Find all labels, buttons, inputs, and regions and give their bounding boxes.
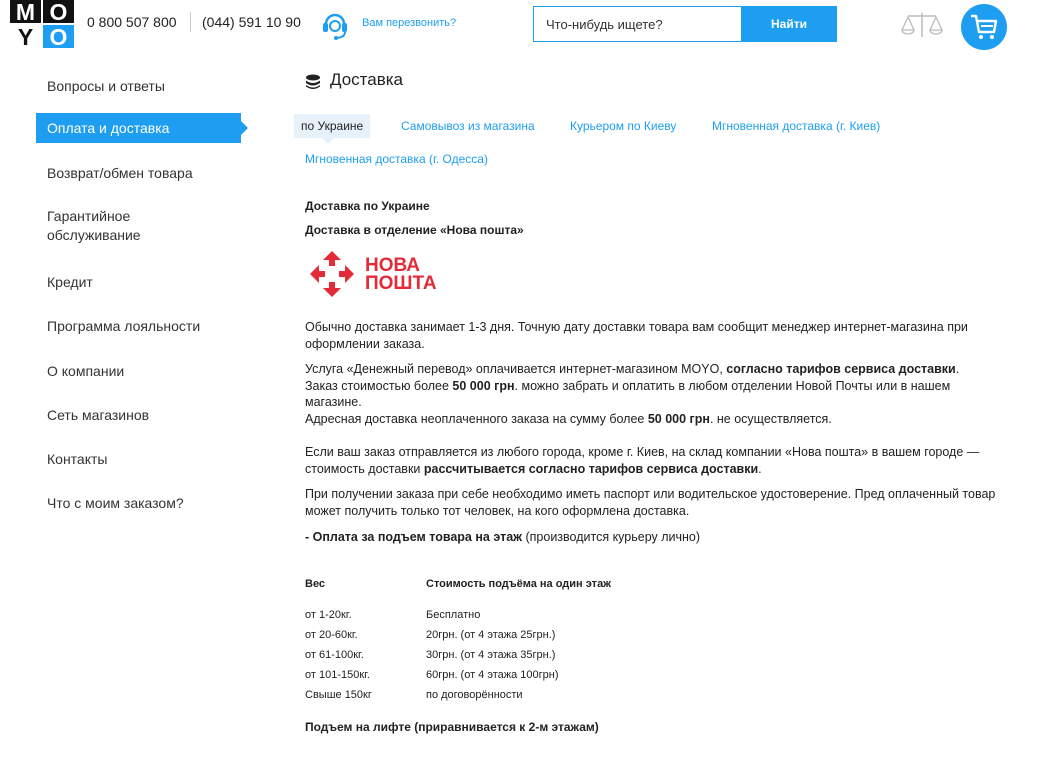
paragraph-documents: При получении заказа при себе необходимо… <box>305 487 996 518</box>
text-fragment: Заказ стоимостью более <box>305 378 453 393</box>
tab-courier-kyiv[interactable]: Курьером по Киеву <box>570 119 676 133</box>
sidebar-item-loyalty[interactable]: Программа лояльности <box>36 317 211 336</box>
floor-lift-price-table: Вес Стоимость подъёма на один этаж от 1-… <box>305 578 611 709</box>
sidebar-item-about[interactable]: О компании <box>36 362 135 381</box>
search-button[interactable]: Найти <box>741 6 837 42</box>
table-row: от 1-20кг. Бесплатно <box>305 609 611 629</box>
paragraph-delivery-cost: Если ваш заказ отправляется из любого го… <box>305 444 1005 477</box>
tab-pickup[interactable]: Самовывоз из магазина <box>401 119 535 133</box>
cart-button[interactable] <box>961 4 1007 50</box>
text-fragment: . не осуществляется. <box>709 411 832 426</box>
table-header: Вес <box>305 578 326 590</box>
sidebar-item-return-exchange[interactable]: Возврат/обмен товара <box>36 164 204 183</box>
logo-letter: M <box>10 0 41 24</box>
text-fragment: 50 000 грн <box>647 411 710 426</box>
sidebar-item-order-status[interactable]: Что с моим заказом? <box>36 494 195 513</box>
section-subheading: Доставка в отделение «Нова пошта» <box>305 223 524 237</box>
paragraph-delivery-time: Обычно доставка занимает 1-3 дня. Точную… <box>305 320 968 351</box>
text-fragment: Услуга «Денежный перевод» оплачивается и… <box>305 362 727 376</box>
database-icon <box>306 74 320 89</box>
table-cell: от 61-100кг. <box>305 649 364 661</box>
lift-note: Подъем на лифте (приравнивается к 2-м эт… <box>305 720 599 734</box>
logo-letter: Y <box>10 25 41 49</box>
site-header: M O Y O 0 800 507 800 (044) 591 10 90 Ва… <box>0 0 1040 50</box>
table-row: от 101-150кг. 60грн. (от 4 этажа 100грн) <box>305 669 611 689</box>
section-heading: Доставка по Украине <box>305 199 430 213</box>
sidebar-item-faq[interactable]: Вопросы и ответы <box>36 77 176 96</box>
text-fragment: рассчитывается согласно тарифов сервиса … <box>423 461 759 476</box>
nova-poshta-logo: НОВА ПОШТА <box>308 249 448 303</box>
table-cell: от 101-150кг. <box>305 669 370 681</box>
table-header: Стоимость подъёма на один этаж <box>426 578 611 590</box>
tab-ukraine[interactable]: по Украине <box>294 114 371 144</box>
table-header-row: Вес Стоимость подъёма на один этаж <box>305 578 611 609</box>
table-row: от 61-100кг. 30грн. (от 4 этажа 35грн.) <box>305 649 611 669</box>
sidebar-item-contacts[interactable]: Контакты <box>36 450 118 469</box>
text-fragment: Адресная доставка неоплаченного заказа н… <box>305 411 648 426</box>
sidebar-item-credit[interactable]: Кредит <box>36 273 104 292</box>
text-fragment: 50 000 грн <box>452 378 515 393</box>
tab-instant-kyiv[interactable]: Мгновенная доставка (г. Киев) <box>712 119 880 133</box>
sidebar-item-payment-delivery[interactable]: Оплата и доставка <box>36 113 248 143</box>
text-fragment: . <box>955 362 960 376</box>
paragraph-floor-lift: - Оплата за подъем товара на этаж (произ… <box>305 529 1005 546</box>
operator-headset-icon[interactable] <box>318 7 352 41</box>
callback-link[interactable]: Вам перезвонить? <box>362 17 456 29</box>
phone-number-kyiv[interactable]: (044) 591 10 90 <box>202 14 301 30</box>
logo-letter: O <box>43 0 74 24</box>
table-cell: от 20-60кг. <box>305 629 358 641</box>
text-fragment: (производится курьеру лично) <box>522 530 701 544</box>
logo-letter: O <box>43 25 74 49</box>
table-row: от 20-60кг. 20грн. (от 4 этажа 25грн.) <box>305 629 611 649</box>
phone-number-free[interactable]: 0 800 507 800 <box>87 14 177 30</box>
table-cell: по договорённости <box>426 689 523 701</box>
nova-poshta-arrows-icon <box>310 251 354 297</box>
tab-instant-odesa[interactable]: Мгновенная доставка (г. Одесса) <box>305 152 488 166</box>
page-title: Доставка <box>330 70 404 89</box>
moyo-logo[interactable]: M O Y O <box>10 0 74 49</box>
text-fragment: . <box>758 461 762 476</box>
divider <box>190 12 191 32</box>
search-input[interactable] <box>533 6 741 42</box>
table-cell: Свыше 150кг <box>305 689 372 701</box>
table-cell: Бесплатно <box>426 609 481 621</box>
paragraph-money-transfer: Услуга «Денежный перевод» оплачивается и… <box>305 361 1005 427</box>
sidebar-item-warranty[interactable]: Гарантийное обслуживание <box>36 207 198 245</box>
table-cell: от 1-20кг. <box>305 609 352 621</box>
text-fragment: согласно тарифов сервиса доставки <box>726 362 956 376</box>
table-cell: 60грн. (от 4 этажа 100грн) <box>426 669 559 681</box>
table-row: Свыше 150кг по договорённости <box>305 689 611 709</box>
table-cell: 20грн. (от 4 этажа 25грн.) <box>426 629 556 641</box>
table-cell: 30грн. (от 4 этажа 35грн.) <box>426 649 556 661</box>
nova-poshta-word-2: ПОШТА <box>365 273 437 294</box>
sidebar-item-stores[interactable]: Сеть магазинов <box>36 406 160 425</box>
compare-scales-icon[interactable] <box>900 10 944 40</box>
text-fragment: - Оплата за подъем товара на этаж <box>305 530 523 544</box>
shopping-cart-icon <box>971 14 998 39</box>
